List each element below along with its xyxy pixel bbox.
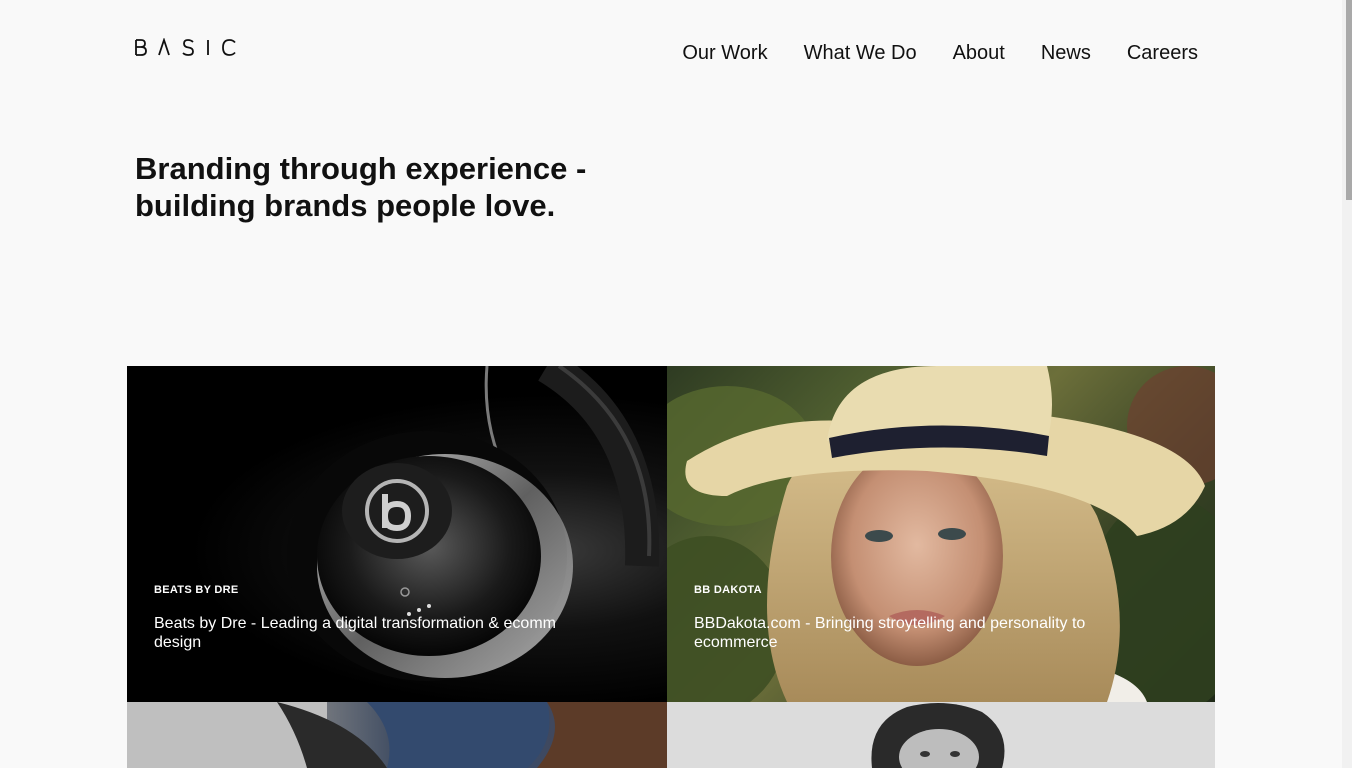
- page: Our Work What We Do About News Careers B…: [0, 0, 1352, 768]
- project-category: BB DAKOTA: [694, 584, 762, 596]
- project-title: Beats by Dre - Leading a digital transfo…: [154, 615, 556, 651]
- nav-what-we-do[interactable]: What We Do: [804, 40, 917, 66]
- hero-headline-line-1: Branding through experience -: [135, 151, 587, 186]
- project-caption-bb-dakota: BB DAKOTA BBDakota.com - Bringing stroyt…: [694, 584, 1114, 652]
- portrait-photo: [667, 702, 1215, 768]
- project-tile-4[interactable]: [667, 702, 1215, 768]
- project-title: BBDakota.com - Bringing stroytelling and…: [694, 615, 1086, 651]
- hero-headline: Branding through experience - building b…: [135, 150, 695, 224]
- page-scrollbar[interactable]: [1342, 0, 1352, 768]
- scrollbar-thumb[interactable]: [1346, 0, 1352, 200]
- jacket-photo: [127, 702, 667, 768]
- project-tile-beats[interactable]: BEATS BY DRE Beats by Dre - Leading a di…: [127, 366, 667, 702]
- main-nav: Our Work What We Do About News Careers: [682, 40, 1198, 66]
- hero-headline-line-2: building brands people love.: [135, 188, 556, 223]
- nav-news[interactable]: News: [1041, 40, 1091, 66]
- basic-logo[interactable]: [135, 38, 237, 58]
- nav-our-work[interactable]: Our Work: [682, 40, 767, 66]
- basic-logo-mark: [135, 38, 236, 56]
- nav-careers[interactable]: Careers: [1127, 40, 1198, 66]
- project-caption-beats: BEATS BY DRE Beats by Dre - Leading a di…: [154, 584, 594, 652]
- project-tile-bb-dakota[interactable]: BB DAKOTA BBDakota.com - Bringing stroyt…: [667, 366, 1215, 702]
- project-category: BEATS BY DRE: [154, 584, 239, 596]
- project-tile-3[interactable]: [127, 702, 667, 768]
- nav-about[interactable]: About: [953, 40, 1005, 66]
